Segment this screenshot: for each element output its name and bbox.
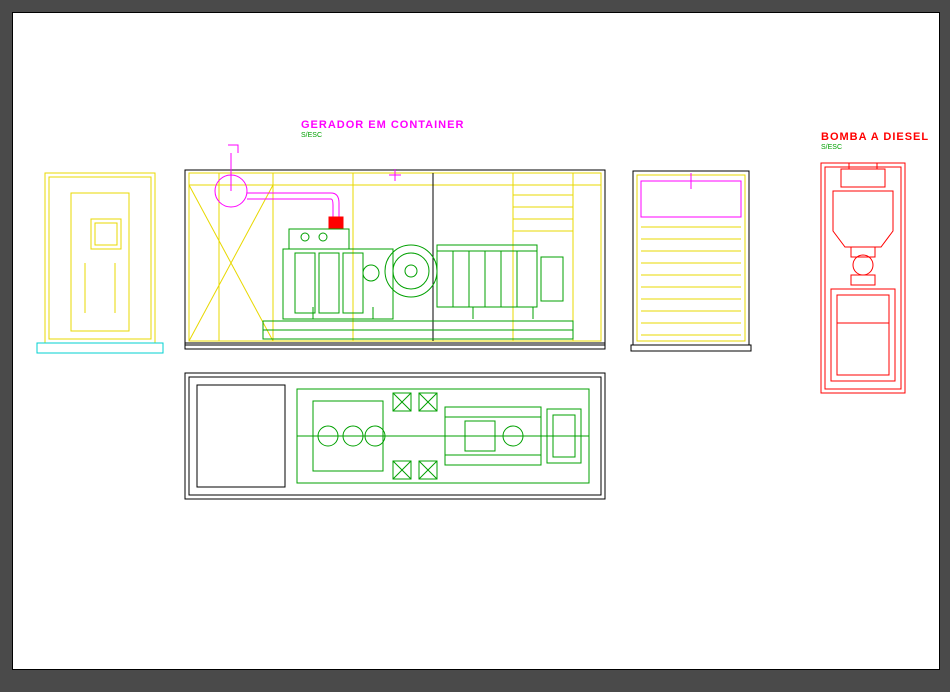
diesel-pump (821, 163, 905, 393)
cad-drawing (13, 13, 939, 669)
left-end-view (37, 173, 163, 353)
drawing-canvas[interactable]: GERADOR EM CONTAINER S/ESC BOMBA A DIESE… (12, 12, 940, 670)
side-elevation (185, 145, 605, 349)
plan-view (185, 373, 605, 499)
right-end-view (631, 171, 751, 351)
